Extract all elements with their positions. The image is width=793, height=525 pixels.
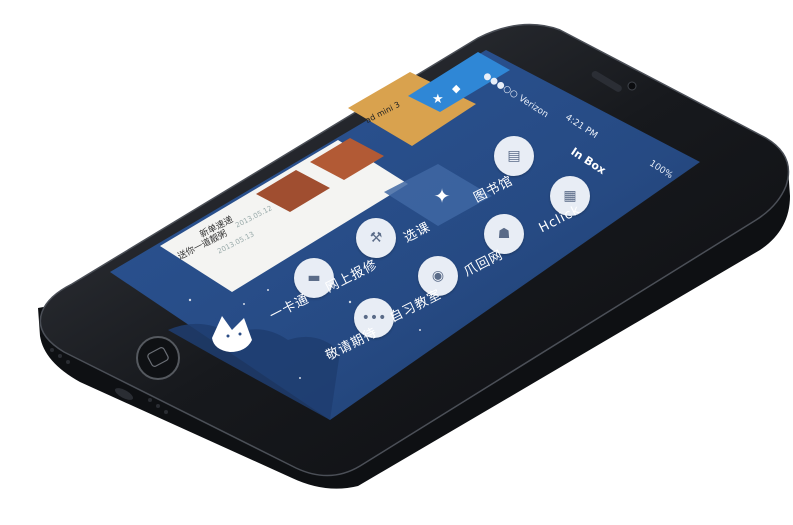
bell-icon: ◉ (431, 268, 445, 284)
library-button[interactable]: ▤ (494, 136, 534, 176)
front-camera (627, 81, 637, 91)
book-icon: ▤ (507, 148, 521, 164)
course-button[interactable]: ✦ (422, 176, 462, 216)
repair-button[interactable]: ⚒ (356, 218, 396, 258)
cat-icon: ☗ (497, 226, 511, 242)
wand-icon: ✦ (433, 184, 451, 208)
cube-icon[interactable]: ◆ (452, 82, 460, 95)
phone-illustration (38, 23, 790, 489)
card-icon: ▬ (307, 270, 321, 286)
board-icon: ▦ (563, 188, 577, 204)
home-button[interactable] (136, 336, 180, 380)
wrench-icon: ⚒ (369, 230, 383, 246)
phone-device: ●●●○○ Verizon 4:21 PM 100% In Box ★ ◆ ad… (0, 0, 793, 525)
star-icon[interactable]: ★ (432, 92, 444, 107)
